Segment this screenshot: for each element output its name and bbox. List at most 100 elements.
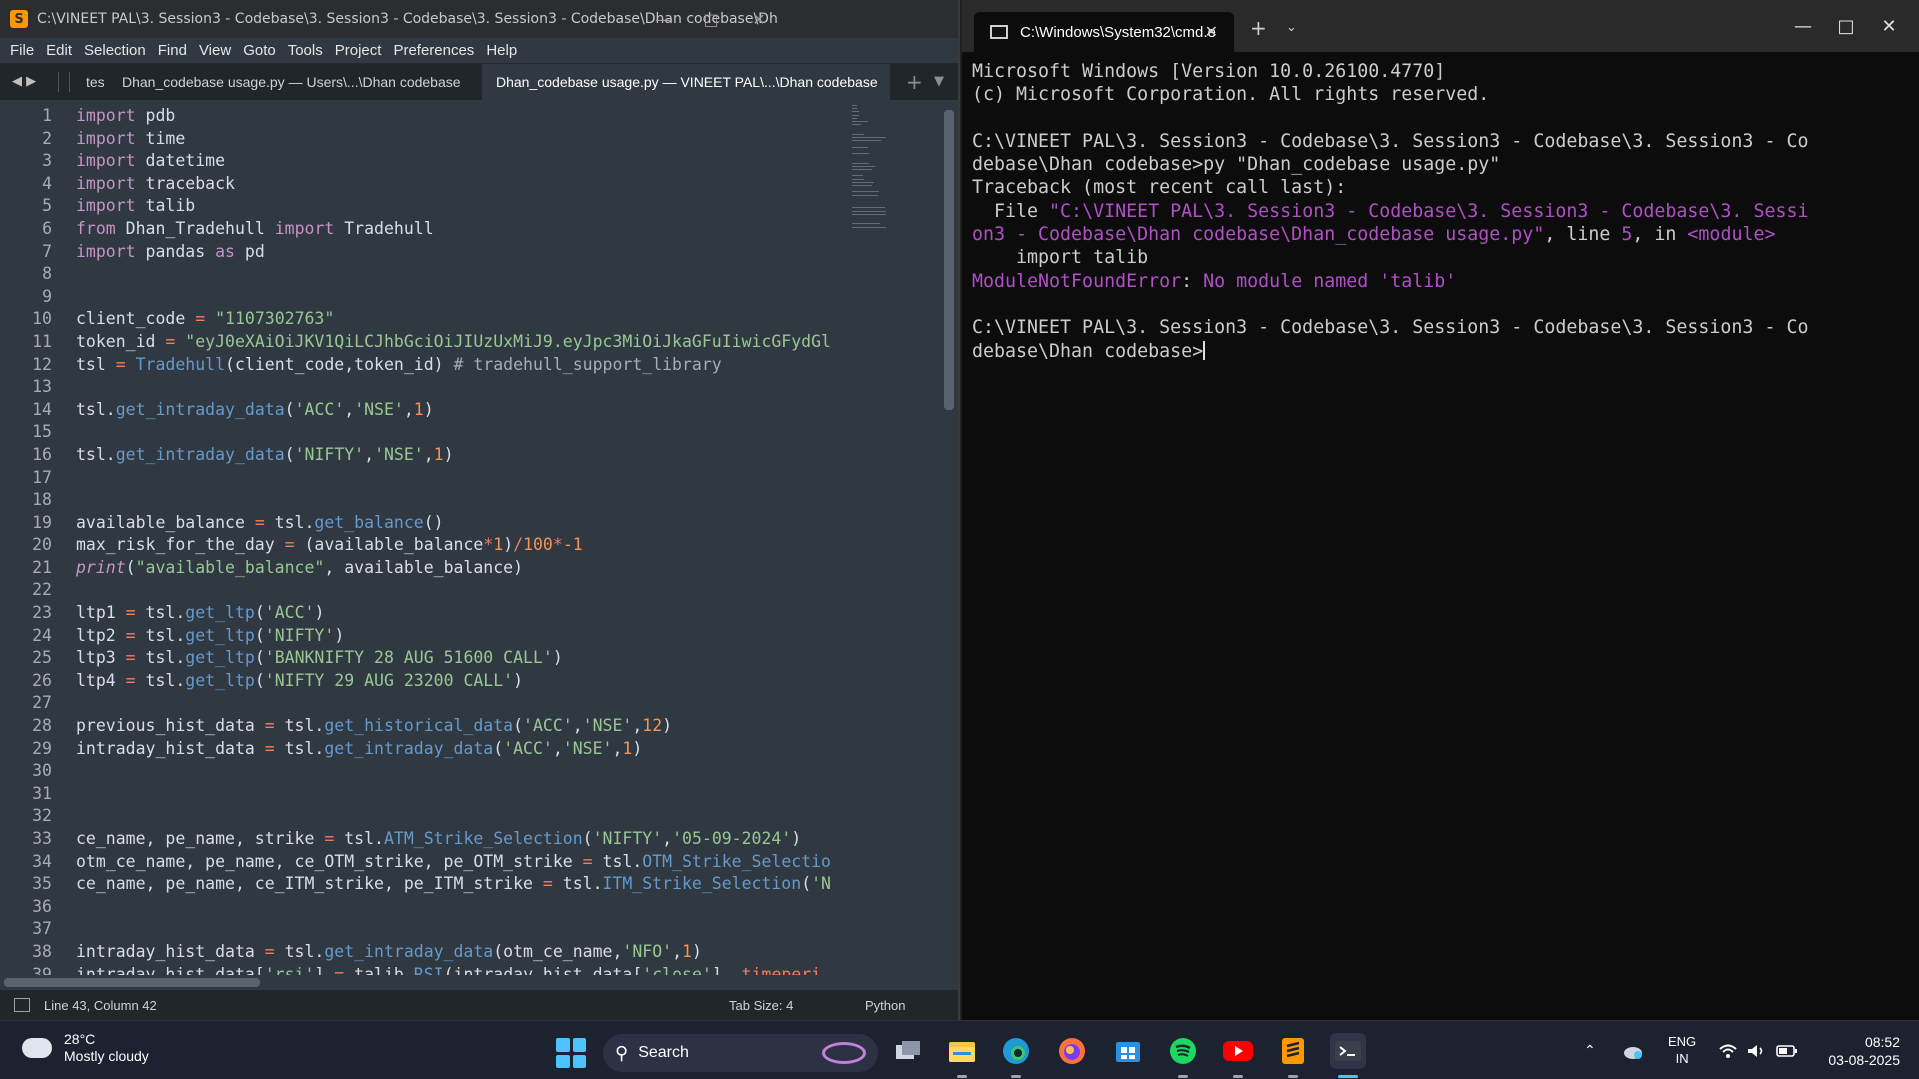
syntax-indicator[interactable]: Python — [865, 998, 905, 1013]
terminal-tabbar[interactable]: C:\Windows\System32\cmd.e ✕ + ⌄ — □ ✕ — [962, 0, 1919, 52]
close-button[interactable]: ✕ — [730, 0, 788, 38]
file-explorer-icon[interactable] — [944, 1033, 980, 1078]
code-line[interactable]: ce_name, pe_name, strike = tsl.ATM_Strik… — [76, 828, 852, 851]
code-line[interactable]: max_risk_for_the_day = (available_balanc… — [76, 534, 852, 557]
tab-nav-arrows-icon[interactable]: ◀ ▶ — [12, 74, 36, 89]
code-line[interactable]: import time — [76, 128, 852, 151]
line-number: 15 — [32, 422, 52, 442]
code-line[interactable]: tsl.get_intraday_data('NIFTY','NSE',1) — [76, 444, 852, 467]
start-windows-icon[interactable] — [556, 1038, 586, 1068]
code-line[interactable] — [76, 376, 852, 399]
code-line[interactable] — [76, 760, 852, 783]
menu-help[interactable]: Help — [480, 42, 523, 59]
code-line[interactable]: tsl.get_intraday_data('ACC','NSE',1) — [76, 399, 852, 422]
menu-file[interactable]: File — [4, 42, 40, 59]
code-line[interactable]: import talib — [76, 195, 852, 218]
minimap-line — [852, 175, 864, 177]
tab-dropdown-chevron-icon[interactable]: ⌄ — [1286, 20, 1297, 35]
code-line[interactable]: ltp1 = tsl.get_ltp('ACC') — [76, 602, 852, 625]
new-tab-plus-icon[interactable]: + — [906, 70, 923, 94]
code-line[interactable]: available_balance = tsl.get_balance() — [76, 512, 852, 535]
vertical-scrollbar[interactable] — [944, 110, 954, 410]
code-token: ) — [334, 625, 345, 645]
code-area[interactable]: import pdb import time import datetime impo… — [76, 105, 852, 975]
tab-users-dhan-codebase[interactable]: Dhan_codebase usage.py — Users\...\Dhan … — [110, 64, 470, 100]
youtube-icon[interactable] — [1220, 1033, 1256, 1078]
code-line[interactable] — [76, 489, 852, 512]
firefox-icon[interactable] — [1054, 1033, 1090, 1069]
tab-size-indicator[interactable]: Tab Size: 4 — [729, 998, 793, 1013]
taskbar-search[interactable]: ⚲ Search — [603, 1034, 878, 1072]
microsoft-store-icon[interactable] — [1110, 1033, 1146, 1069]
code-line[interactable]: tsl = Tradehull(client_code,token_id) # … — [76, 354, 852, 377]
code-line[interactable]: import traceback — [76, 173, 852, 196]
terminal-icon[interactable] — [1330, 1033, 1366, 1078]
code-line[interactable]: import pandas as pd — [76, 241, 852, 264]
code-line[interactable]: token_id = "eyJ0eXAiOiJKV1QiLCJhbGciOiJI… — [76, 331, 852, 354]
code-line[interactable]: otm_ce_name, pe_name, ce_OTM_strike, pe_… — [76, 851, 852, 874]
code-line[interactable]: import datetime — [76, 150, 852, 173]
code-line[interactable]: intraday_hist_data['rsi'] = talib.RSI(in… — [76, 964, 852, 975]
tray-overflow-chevron-icon[interactable]: ⌃ — [1584, 1021, 1596, 1079]
menu-tools[interactable]: Tools — [282, 42, 329, 59]
menu-preferences[interactable]: Preferences — [387, 42, 480, 59]
code-line[interactable] — [76, 579, 852, 602]
code-line[interactable]: from Dhan_Tradehull import Tradehull — [76, 218, 852, 241]
minimap[interactable] — [852, 105, 944, 975]
code-editor[interactable]: 1 2 3 4 5 6 7 8 9 10 11 12 13 14 15 16 17 18 19 20 21 22 23 24 2… — [0, 105, 852, 975]
code-line[interactable] — [76, 918, 852, 941]
code-line[interactable]: intraday_hist_data = tsl.get_intraday_da… — [76, 738, 852, 761]
menu-selection[interactable]: Selection — [78, 42, 152, 59]
terminal-tab[interactable]: C:\Windows\System32\cmd.e ✕ — [974, 12, 1234, 52]
code-line[interactable] — [76, 286, 852, 309]
sublime-titlebar[interactable]: S C:\VINEET PAL\3. Session3 - Codebase\3… — [0, 0, 958, 38]
code-line[interactable]: ltp2 = tsl.get_ltp('NIFTY') — [76, 625, 852, 648]
code-line[interactable] — [76, 783, 852, 806]
language-indicator[interactable]: ENG IN — [1668, 1033, 1696, 1067]
code-line[interactable] — [76, 421, 852, 444]
code-line[interactable]: ce_name, pe_name, ce_ITM_strike, pe_ITM_… — [76, 873, 852, 896]
tab-vineet-dhan-codebase[interactable]: Dhan_codebase usage.py — VINEET PAL\...\… — [482, 64, 890, 100]
clock[interactable]: 08:52 03-08-2025 — [1816, 1033, 1900, 1069]
terminal-close-button[interactable]: ✕ — [1860, 6, 1918, 46]
code-line[interactable]: previous_hist_data = tsl.get_historical_… — [76, 715, 852, 738]
close-tab-icon[interactable]: ✕ — [1205, 22, 1218, 42]
menu-project[interactable]: Project — [329, 42, 388, 59]
code-line[interactable]: ltp3 = tsl.get_ltp('BANKNIFTY 28 AUG 516… — [76, 647, 852, 670]
edge-icon[interactable] — [998, 1033, 1034, 1078]
code-line[interactable]: intraday_hist_data = tsl.get_intraday_da… — [76, 941, 852, 964]
code-line[interactable]: import pdb — [76, 105, 852, 128]
menu-goto[interactable]: Goto — [237, 42, 282, 59]
battery-icon[interactable] — [1776, 1021, 1798, 1079]
volume-icon[interactable] — [1746, 1021, 1766, 1079]
code-line[interactable]: ltp4 = tsl.get_ltp('NIFTY 29 AUG 23200 C… — [76, 670, 852, 693]
minimap-line — [852, 185, 873, 186]
code-line[interactable] — [76, 896, 852, 919]
code-line[interactable]: client_code = "1107302763" — [76, 308, 852, 331]
panel-toggle-icon[interactable] — [14, 998, 30, 1012]
sublime-text-icon[interactable] — [1275, 1033, 1311, 1078]
terminal-output[interactable]: Microsoft Windows [Version 10.0.26100.47… — [972, 60, 1912, 363]
code-line[interactable] — [76, 467, 852, 490]
onedrive-icon[interactable] — [1622, 1021, 1644, 1079]
menu-find[interactable]: Find — [152, 42, 193, 59]
code-line[interactable]: print("available_balance", available_bal… — [76, 557, 852, 580]
tab-list-chevron-icon[interactable]: ▼ — [934, 74, 944, 89]
task-view-icon[interactable] — [890, 1033, 926, 1069]
code-line[interactable] — [76, 263, 852, 286]
menu-view[interactable]: View — [193, 42, 237, 59]
spotify-icon[interactable] — [1165, 1033, 1201, 1078]
menu-edit[interactable]: Edit — [40, 42, 78, 59]
code-token: previous_hist_data — [76, 716, 265, 736]
weather-widget[interactable]: 28°C Mostly cloudy — [18, 1031, 149, 1065]
code-token: 'NIFTY' — [264, 625, 335, 645]
code-line[interactable] — [76, 692, 852, 715]
horizontal-scrollbar[interactable] — [4, 978, 260, 987]
code-token: '05-09-2024' — [672, 829, 792, 848]
minimap-line — [852, 117, 858, 119]
new-tab-plus-icon[interactable]: + — [1250, 16, 1267, 40]
code-line[interactable] — [76, 805, 852, 828]
code-token: = — [264, 738, 275, 758]
wifi-icon[interactable] — [1718, 1021, 1738, 1079]
tab-tes[interactable]: tes — [86, 64, 108, 100]
